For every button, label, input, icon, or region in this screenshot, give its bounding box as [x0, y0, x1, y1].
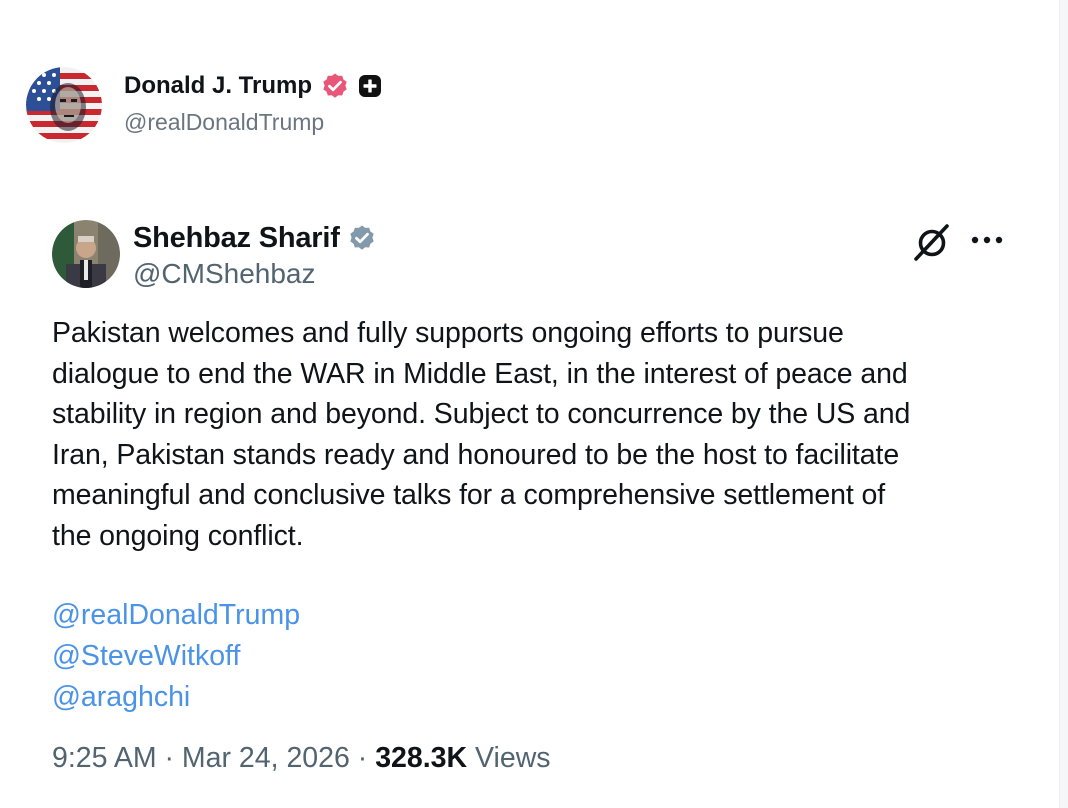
quoted-post-header: Shehbaz Sharif @CMShehbaz	[52, 220, 376, 290]
grok-icon[interactable]	[912, 222, 952, 262]
page-right-edge	[1059, 0, 1068, 808]
outer-post-header: Donald J. Trump @realDonaldTrump	[26, 67, 382, 143]
meta-separator: ·	[349, 742, 376, 774]
outer-author-handle[interactable]: @realDonaldTrump	[124, 109, 382, 136]
outer-author-name[interactable]: Donald J. Trump	[124, 72, 312, 100]
verified-badge-icon	[323, 73, 347, 98]
quoted-author-name[interactable]: Shehbaz Sharif	[133, 222, 340, 255]
post-date[interactable]: Mar 24, 2026	[182, 742, 350, 774]
more-options-icon[interactable]	[970, 232, 1004, 248]
mention-link[interactable]: @realDonaldTrump	[52, 595, 300, 636]
post-time[interactable]: 9:25 AM	[52, 742, 157, 774]
quoted-post-text: Pakistan welcomes and fully supports ong…	[52, 317, 911, 552]
mention-link[interactable]: @araghchi	[52, 677, 300, 718]
post-metadata: 9:25 AM · Mar 24, 2026 · 328.3K Views	[52, 742, 551, 775]
views-count[interactable]: 328.3K	[375, 742, 467, 774]
meta-separator: ·	[156, 742, 182, 774]
verified-badge-icon	[349, 225, 374, 250]
avatar[interactable]	[26, 67, 102, 143]
avatar[interactable]	[52, 220, 120, 288]
views-label: Views	[467, 742, 551, 774]
mention-list: @realDonaldTrump @SteveWitkoff @araghchi	[52, 595, 300, 718]
quoted-author-handle[interactable]: @CMShehbaz	[133, 258, 376, 290]
plus-badge-icon	[359, 75, 382, 97]
mention-link[interactable]: @SteveWitkoff	[52, 636, 300, 677]
